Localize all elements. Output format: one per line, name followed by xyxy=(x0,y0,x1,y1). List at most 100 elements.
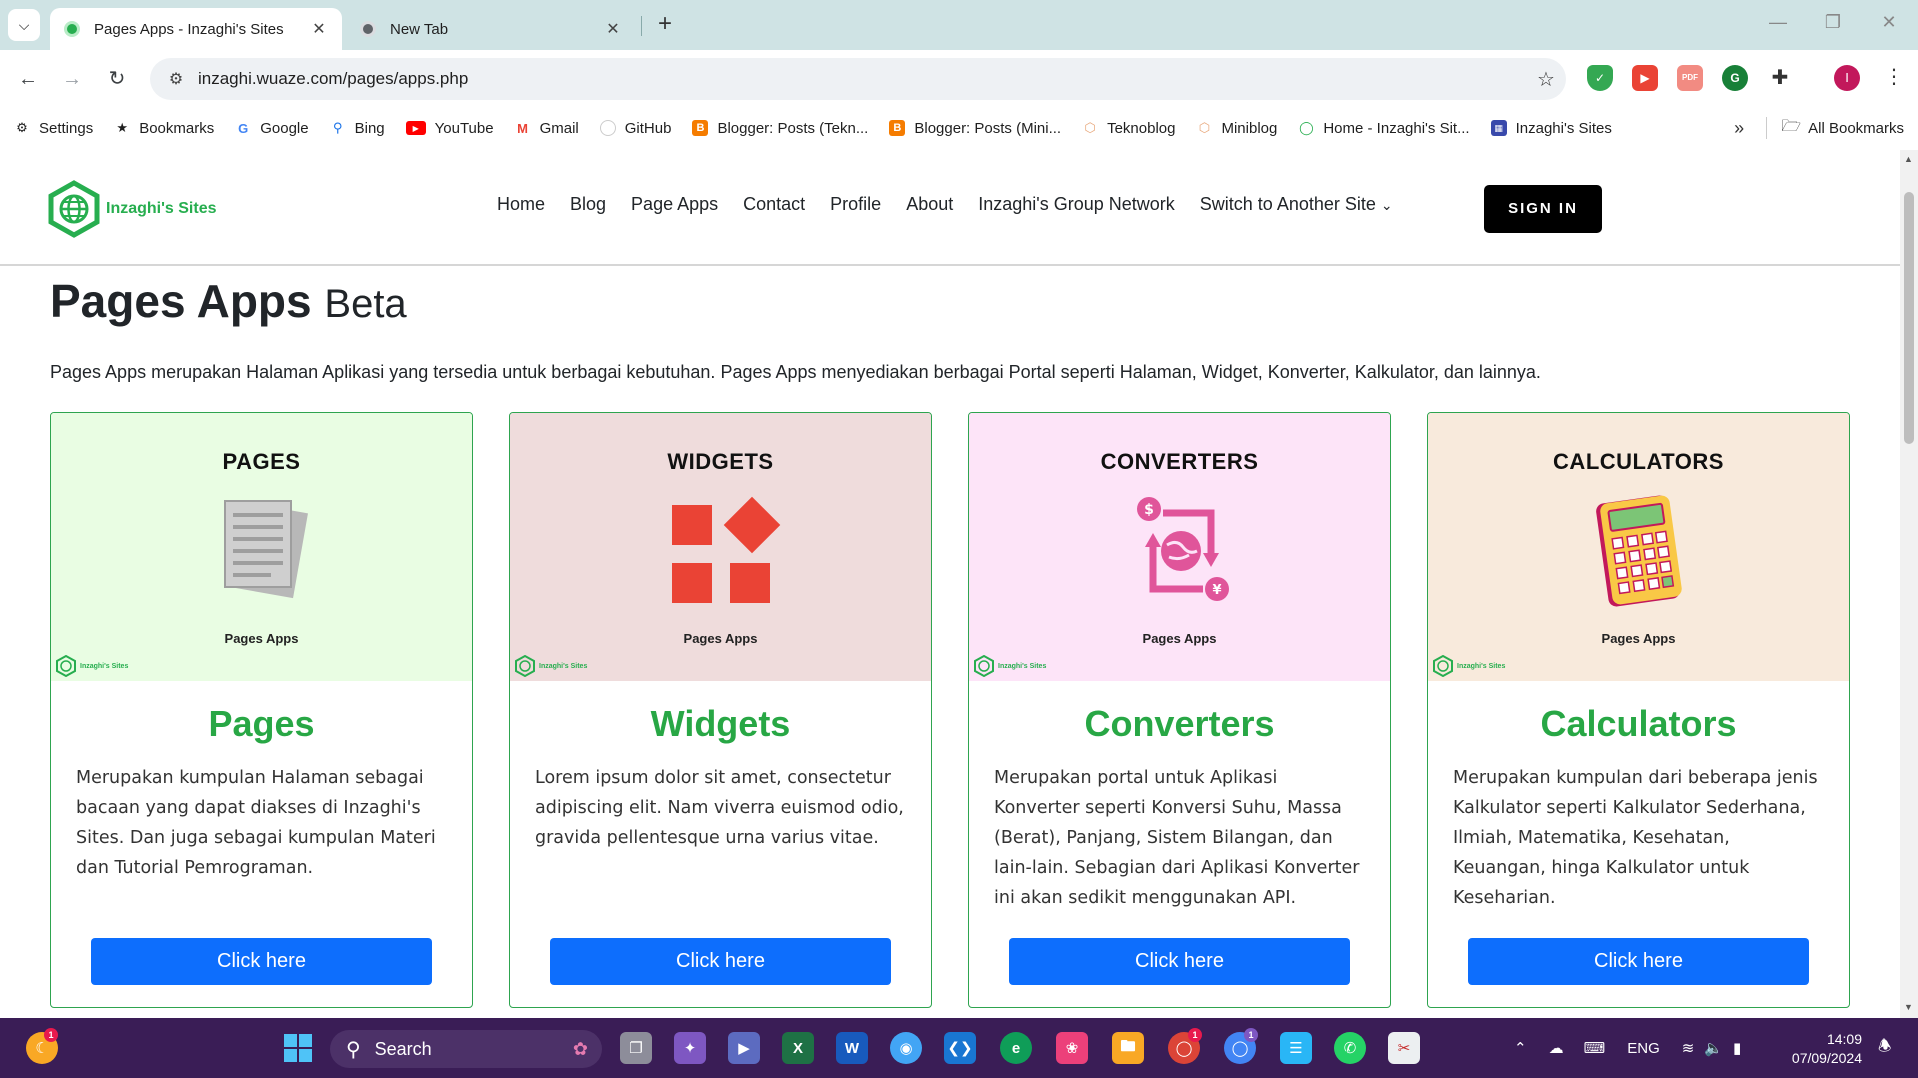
taskbar-search[interactable]: ⚲ Search ✿ xyxy=(330,1030,602,1068)
more-bookmarks-icon[interactable]: » xyxy=(1734,118,1744,139)
page-title-main: Pages Apps xyxy=(50,275,312,327)
bookmark-bing[interactable]: ⚲ Bing xyxy=(330,120,385,137)
whatsapp-icon[interactable]: ✆ xyxy=(1334,1032,1366,1064)
card-caption: Pages Apps xyxy=(683,631,758,646)
hexagon-icon: ⬡ xyxy=(1198,120,1211,135)
folder-icon: 🗁 xyxy=(1781,117,1802,135)
cloud-icon[interactable]: ☁ xyxy=(1549,1039,1564,1057)
tab-pages-apps[interactable]: Pages Apps - Inzaghi's Sites ✕ xyxy=(50,8,342,50)
scroll-up-icon[interactable]: ▲ xyxy=(1904,154,1913,164)
page-scrollbar[interactable]: ▲ ▼ xyxy=(1900,150,1918,1018)
bookmark-bookmarks[interactable]: ★ Bookmarks xyxy=(114,120,214,137)
word-icon[interactable]: W xyxy=(836,1032,868,1064)
bookmark-blogger-tekno[interactable]: B Blogger: Posts (Tekn... xyxy=(692,120,868,137)
mini-globe-icon xyxy=(515,655,535,677)
nav-blog[interactable]: Blog xyxy=(570,194,606,215)
scroll-thumb[interactable] xyxy=(1904,192,1914,444)
card-image: WIDGETS Pages Apps Inzaghi's Sites xyxy=(510,413,931,681)
card-mini-logo: Inzaghi's Sites xyxy=(514,655,587,677)
file-explorer-icon[interactable]: 🖿 xyxy=(1112,1032,1144,1064)
tab-search-button[interactable]: ⌵ xyxy=(8,9,40,41)
language-indicator[interactable]: ENG xyxy=(1627,1040,1660,1057)
forward-button[interactable]: → xyxy=(56,63,88,95)
shield-extension-icon[interactable]: ✓ xyxy=(1587,65,1613,91)
minimize-button[interactable]: — xyxy=(1763,12,1793,33)
card-image: CONVERTERS $ ¥ Pages Apps Inzaghi's Site… xyxy=(969,413,1390,681)
bookmark-teknoblog[interactable]: ⬡ Teknoblog xyxy=(1082,120,1175,137)
tab-new-tab[interactable]: New Tab ✕ xyxy=(346,8,636,50)
sign-in-button[interactable]: SIGN IN xyxy=(1484,185,1602,233)
click-here-button[interactable]: Click here xyxy=(1009,938,1350,985)
restore-button[interactable]: ❐ xyxy=(1818,12,1848,33)
address-bar[interactable]: ⚙ inzaghi.wuaze.com/pages/apps.php ☆ xyxy=(150,58,1566,100)
nav-switch-site[interactable]: Switch to Another Site ⌄ xyxy=(1200,194,1393,215)
video-extension-icon[interactable]: ▶ xyxy=(1632,65,1658,91)
bookmark-inzaghi-sites[interactable]: ▦ Inzaghi's Sites xyxy=(1490,120,1612,137)
nav-contact[interactable]: Contact xyxy=(743,194,805,215)
url-text[interactable]: inzaghi.wuaze.com/pages/apps.php xyxy=(198,69,1526,89)
wifi-icon[interactable]: ≋ xyxy=(1682,1039,1695,1057)
volume-icon[interactable]: 🔈 xyxy=(1704,1039,1723,1057)
site-info-icon[interactable]: ⚙ xyxy=(162,69,190,89)
extensions-puzzle-icon[interactable]: ✚ xyxy=(1767,65,1793,91)
nav-group-network[interactable]: Inzaghi's Group Network xyxy=(978,194,1175,215)
task-view-icon[interactable]: ❐ xyxy=(620,1032,652,1064)
click-here-button[interactable]: Click here xyxy=(1468,938,1809,985)
vscode-icon[interactable]: ❮❯ xyxy=(944,1032,976,1064)
copilot-icon[interactable]: ✦ xyxy=(674,1032,706,1064)
bookmark-google[interactable]: G Google xyxy=(235,120,308,137)
paint-icon[interactable]: ❀ xyxy=(1056,1032,1088,1064)
reload-button[interactable]: ↻ xyxy=(101,63,133,95)
widget-badge: 1 xyxy=(44,1028,58,1042)
pdf-extension-icon[interactable]: PDF xyxy=(1677,65,1703,91)
nav-about[interactable]: About xyxy=(906,194,953,215)
windows-start-icon[interactable] xyxy=(282,1032,314,1064)
all-bookmarks-folder[interactable]: 🗁 All Bookmarks xyxy=(1781,117,1904,137)
card-text: Merupakan kumpulan Halaman sebagai bacaa… xyxy=(76,768,436,878)
bookmark-miniblog[interactable]: ⬡ Miniblog xyxy=(1196,120,1278,137)
card-widgets: WIDGETS Pages Apps Inzaghi's Sites Widge… xyxy=(509,412,932,1008)
nav-home[interactable]: Home xyxy=(497,194,545,215)
page-intro: Pages Apps merupakan Halaman Aplikasi ya… xyxy=(50,362,1541,382)
maps-icon[interactable]: ◉ xyxy=(890,1032,922,1064)
site-logo[interactable]: Inzaghi's Sites xyxy=(46,180,217,238)
media-player-icon[interactable]: ▶ xyxy=(728,1032,760,1064)
notepad-icon[interactable]: ☰ xyxy=(1280,1032,1312,1064)
grammarly-extension-icon[interactable]: G xyxy=(1722,65,1748,91)
nav-switch-site-label: Switch to Another Site xyxy=(1199,194,1376,214)
close-tab-icon[interactable]: ✕ xyxy=(310,19,328,39)
browser-menu-icon[interactable]: ⋮ xyxy=(1884,64,1904,89)
profile-avatar[interactable]: I xyxy=(1834,65,1860,91)
new-tab-button[interactable]: + xyxy=(650,10,680,40)
click-here-button[interactable]: Click here xyxy=(550,938,891,985)
scroll-down-icon[interactable]: ▼ xyxy=(1904,1002,1913,1012)
edge-icon[interactable]: e xyxy=(1000,1032,1032,1064)
svg-text:$: $ xyxy=(1144,502,1154,518)
bookmark-blogger-mini[interactable]: B Blogger: Posts (Mini... xyxy=(889,120,1061,137)
bookmark-settings[interactable]: ⚙ Settings xyxy=(14,120,93,137)
battery-icon[interactable]: ▮ xyxy=(1733,1039,1741,1057)
excel-icon[interactable]: X xyxy=(782,1032,814,1064)
bookmark-gmail[interactable]: M Gmail xyxy=(515,120,579,137)
github-icon xyxy=(599,120,616,136)
card-title: Widgets xyxy=(650,703,791,744)
click-here-button[interactable]: Click here xyxy=(91,938,432,985)
nav-page-apps[interactable]: Page Apps xyxy=(631,194,718,215)
close-window-button[interactable]: ✕ xyxy=(1874,12,1904,33)
snipping-tool-icon[interactable]: ✂ xyxy=(1388,1032,1420,1064)
card-caption: Pages Apps xyxy=(224,631,299,646)
close-tab-icon[interactable]: ✕ xyxy=(604,19,622,39)
bookmark-home-inzaghi[interactable]: ◯ Home - Inzaghi's Sit... xyxy=(1298,120,1470,137)
bookmark-label: Bookmarks xyxy=(139,119,215,137)
page-title-beta: Beta xyxy=(324,282,407,326)
chevron-up-icon[interactable]: ⌃ xyxy=(1514,1039,1527,1057)
system-clock[interactable]: 14:09 07/09/2024 xyxy=(1780,1030,1862,1068)
bookmark-youtube[interactable]: ▶ YouTube xyxy=(405,120,494,137)
nav-profile[interactable]: Profile xyxy=(830,194,881,215)
notification-bell-icon[interactable]: 🕭 xyxy=(1878,1018,1891,1078)
back-button[interactable]: ← xyxy=(12,63,44,95)
bookmark-star-icon[interactable]: ☆ xyxy=(1526,67,1566,92)
bookmark-github[interactable]: GitHub xyxy=(599,120,671,137)
keyboard-icon[interactable]: ⌨ xyxy=(1584,1039,1606,1057)
card-mini-logo: Inzaghi's Sites xyxy=(973,655,1046,677)
